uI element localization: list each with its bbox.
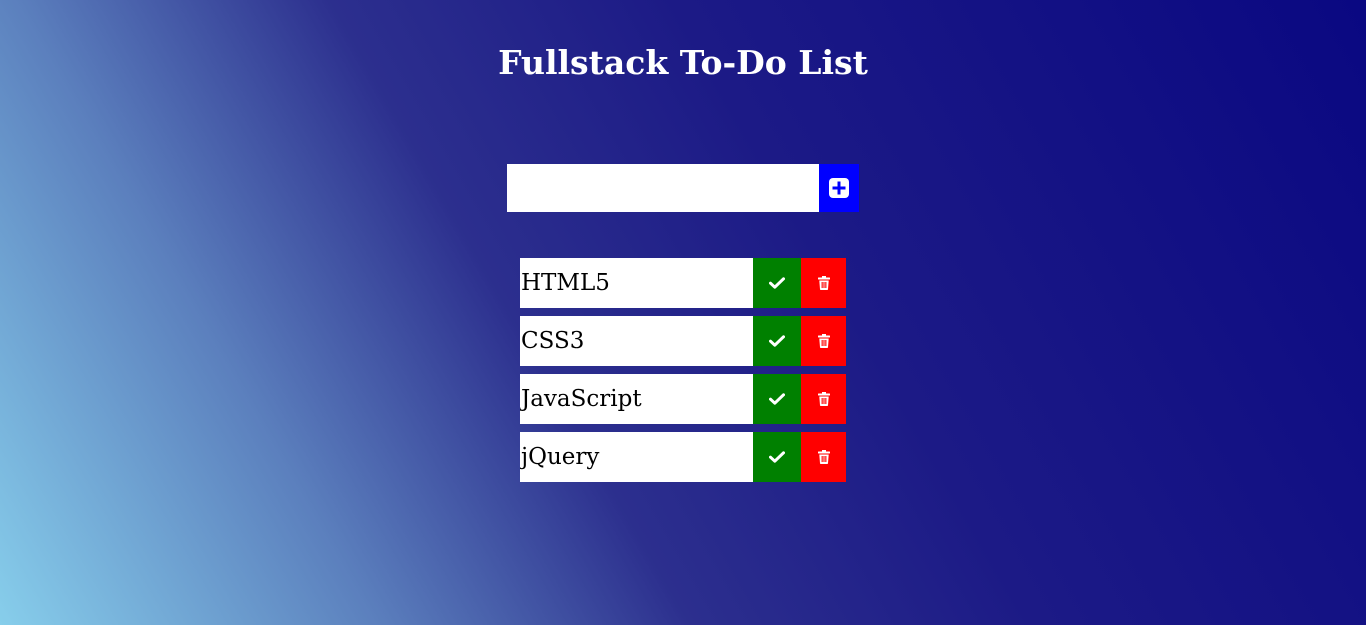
check-icon — [769, 335, 785, 347]
todo-text: jQuery — [520, 432, 753, 482]
page-title: Fullstack To-Do List — [498, 43, 868, 82]
todo-item: CSS3 — [520, 316, 846, 366]
check-icon — [769, 393, 785, 405]
add-todo-form — [507, 164, 859, 212]
complete-button[interactable] — [753, 258, 801, 308]
add-todo-button[interactable] — [819, 164, 859, 212]
todo-text: CSS3 — [520, 316, 753, 366]
plus-square-icon — [828, 177, 850, 199]
trash-icon — [817, 276, 830, 290]
todo-list: HTML5 CSS3 JavaScript jQuery — [520, 258, 846, 490]
delete-button[interactable] — [801, 374, 846, 424]
trash-icon — [817, 334, 830, 348]
complete-button[interactable] — [753, 316, 801, 366]
todo-item: HTML5 — [520, 258, 846, 308]
new-todo-input[interactable] — [507, 164, 819, 212]
todo-text: HTML5 — [520, 258, 753, 308]
trash-icon — [817, 450, 830, 464]
delete-button[interactable] — [801, 432, 846, 482]
trash-icon — [817, 392, 830, 406]
todo-item: JavaScript — [520, 374, 846, 424]
todo-item: jQuery — [520, 432, 846, 482]
delete-button[interactable] — [801, 316, 846, 366]
check-icon — [769, 451, 785, 463]
todo-text: JavaScript — [520, 374, 753, 424]
complete-button[interactable] — [753, 374, 801, 424]
complete-button[interactable] — [753, 432, 801, 482]
delete-button[interactable] — [801, 258, 846, 308]
check-icon — [769, 277, 785, 289]
